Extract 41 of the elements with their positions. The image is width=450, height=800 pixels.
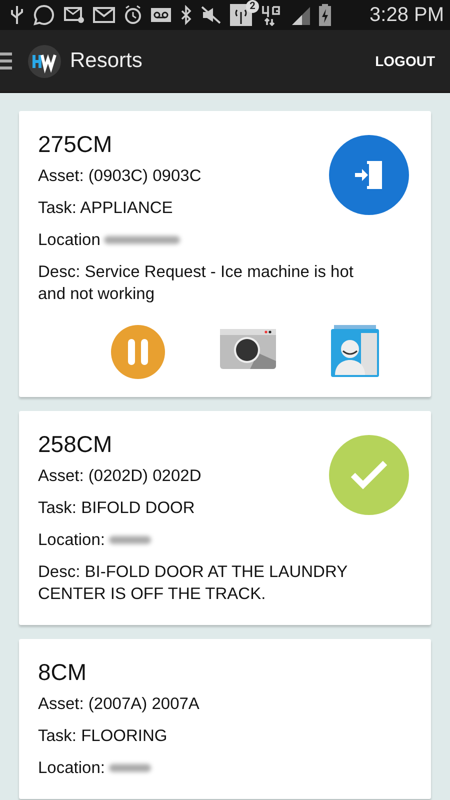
description-text: Desc: BI-FOLD DOOR AT THE LAUNDRY CENTER IS OFF THE TRACK. <box>38 562 348 605</box>
wifi-hotspot-icon <box>230 4 252 26</box>
work-order-card[interactable]: 275CM Asset: (0903C) 0903C Task: APPLIANCE Location Desc: Service Request - Ice machine is hot and not working <box>19 111 431 397</box>
network-4g-icon <box>261 4 283 26</box>
work-order-card[interactable]: 258CM Asset: (0202D) 0202D Task: BIFOLD DOOR Location: Desc: BI-FOLD DOOR AT THE LAUNDRY CENTER IS OFF THE TRACK. <box>19 411 431 625</box>
notification-badge: 2 <box>246 0 259 13</box>
contacts-button[interactable] <box>331 325 379 379</box>
signal-icon <box>292 5 310 25</box>
logout-button[interactable]: LOGOUT <box>375 47 435 75</box>
gmail-icon <box>93 7 115 23</box>
chat-bubble-icon <box>33 4 55 26</box>
asset-text: Asset: (0202D) 0202D <box>38 466 202 487</box>
checkmark-icon <box>350 460 388 490</box>
asset-text: Asset: (0903C) 0903C <box>38 166 202 187</box>
clock-time: 3:28 PM <box>370 4 444 26</box>
task-text: Task: FLOORING <box>38 726 168 747</box>
redaction-mark <box>108 764 151 772</box>
battery-charging-icon <box>319 4 331 26</box>
app-logo-icon <box>28 44 61 78</box>
app-title: Resorts <box>70 49 142 73</box>
location-label: Location <box>38 230 100 251</box>
redaction-mark <box>108 536 151 544</box>
asset-text: Asset: (2007A) 2007A <box>38 694 200 715</box>
usb-icon <box>10 4 24 26</box>
bluetooth-icon <box>180 5 192 25</box>
work-order-number: 258CM <box>38 431 114 458</box>
menu-icon[interactable] <box>0 51 12 71</box>
muted-speaker-icon <box>201 6 221 24</box>
work-order-card[interactable]: 8CM Asset: (2007A) 2007A Task: FLOORING Location: <box>19 639 431 799</box>
contact-card-icon <box>331 325 379 377</box>
alarm-clock-icon <box>124 5 142 25</box>
voicemail-icon <box>151 8 171 22</box>
task-text: Task: APPLIANCE <box>38 198 173 219</box>
task-text: Task: BIFOLD DOOR <box>38 498 195 519</box>
description-text: Desc: Service Request - Ice machine is hot and not working <box>38 262 354 305</box>
mail-icon <box>64 7 84 23</box>
location-label: Location: <box>38 758 105 779</box>
pause-icon <box>111 325 165 379</box>
work-order-number: 275CM <box>38 131 114 158</box>
location-label: Location: <box>38 530 105 551</box>
work-order-number: 8CM <box>38 659 88 686</box>
